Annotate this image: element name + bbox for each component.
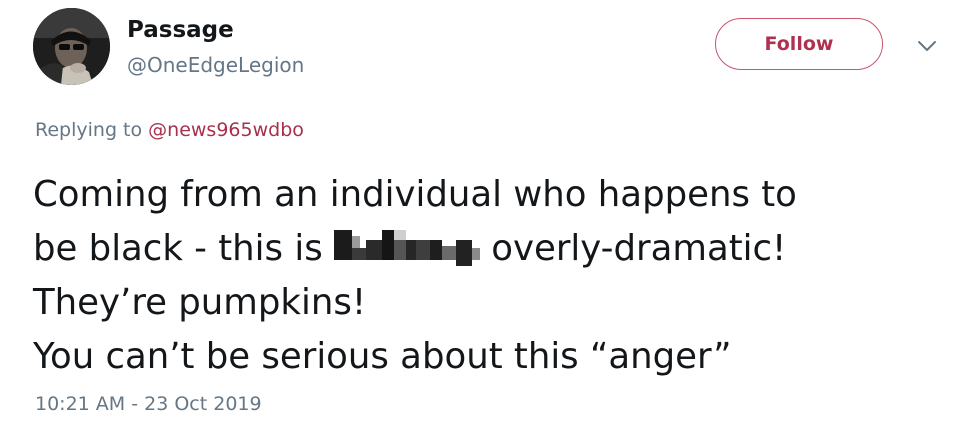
display-name[interactable]: Passage (127, 15, 234, 45)
replying-to: Replying to @news965wdbo (35, 116, 304, 144)
tweet-line-2-end: overly-dramatic! (479, 228, 787, 269)
tweet-text: Coming from an individual who happens to… (33, 168, 963, 384)
follow-button[interactable]: Follow (715, 18, 883, 70)
tweet-timestamp[interactable]: 10:21 AM - 23 Oct 2019 (35, 390, 262, 418)
user-avatar-icon (33, 8, 110, 85)
tweet-line-1: Coming from an individual who happens to (33, 174, 797, 215)
tweet-line-2-start: be black - this is (33, 228, 334, 269)
chevron-down-icon[interactable] (916, 38, 938, 54)
user-handle[interactable]: @OneEdgeLegion (127, 51, 304, 79)
tweet-line-3: They’re pumpkins! (33, 282, 367, 323)
replying-to-label: Replying to (35, 119, 149, 141)
tweet-line-2: be black - this is overly-dramatic! (33, 222, 963, 276)
pixelated-censor-icon (333, 230, 480, 266)
avatar[interactable] (33, 8, 110, 85)
tweet-line-4: You can’t be serious about this “anger” (33, 336, 732, 377)
reply-mention-link[interactable]: @news965wdbo (148, 119, 304, 141)
